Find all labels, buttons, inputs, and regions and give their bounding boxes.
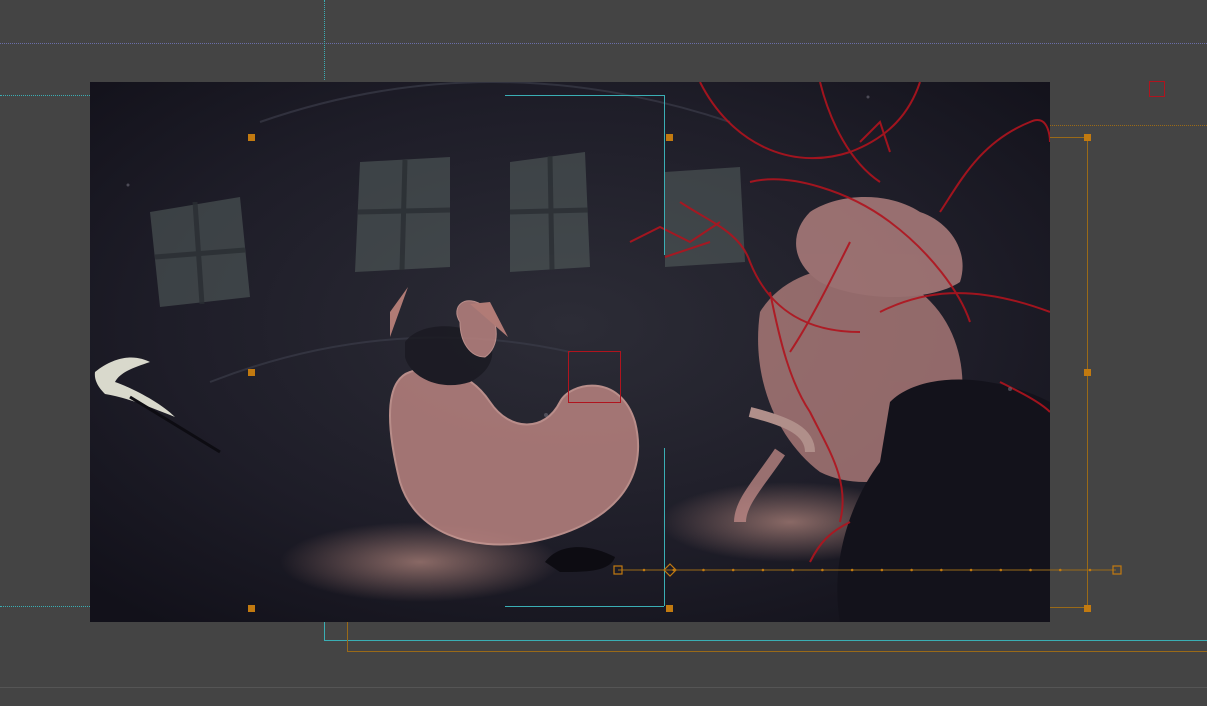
bottom-separator bbox=[0, 687, 1207, 688]
motion-path-dot bbox=[1029, 568, 1032, 572]
corner-marker-icon[interactable] bbox=[1149, 81, 1165, 97]
transform-handle-bl[interactable] bbox=[248, 605, 255, 612]
motion-path-dot bbox=[969, 568, 973, 572]
guide-bracket-bottom-v bbox=[664, 448, 665, 606]
motion-path-dot bbox=[880, 568, 884, 572]
transform-handle-bm[interactable] bbox=[666, 605, 673, 612]
transform-handle-tr[interactable] bbox=[1084, 134, 1091, 141]
guide-bottom-orange-h bbox=[347, 651, 1207, 652]
motion-path-dot bbox=[940, 568, 943, 572]
transform-handle-ml[interactable] bbox=[248, 369, 255, 376]
bbox-bottom-edge bbox=[1050, 607, 1087, 608]
guide-bottom-cyan-h bbox=[324, 640, 1207, 641]
motion-path-dot bbox=[1088, 568, 1092, 572]
transform-handle-mr[interactable] bbox=[1084, 369, 1091, 376]
guide-bottom-cyan-v bbox=[324, 622, 325, 640]
motion-path[interactable] bbox=[600, 560, 1130, 580]
top-separator bbox=[0, 43, 1207, 44]
motion-path-dot bbox=[702, 568, 705, 572]
guide-vertical-left bbox=[324, 0, 325, 80]
motion-path-dot bbox=[1058, 568, 1062, 572]
transform-handle-br[interactable] bbox=[1084, 605, 1091, 612]
selection-box[interactable] bbox=[568, 351, 621, 403]
motion-path-dot bbox=[821, 568, 824, 572]
motion-path-dot bbox=[850, 568, 854, 572]
guide-left-bottom bbox=[0, 606, 90, 607]
guide-bracket-top-v bbox=[664, 95, 665, 255]
guide-bottom-orange-v bbox=[347, 622, 348, 651]
motion-path-dot bbox=[910, 568, 913, 572]
guide-left-top bbox=[0, 95, 90, 96]
motion-path-dot bbox=[642, 568, 646, 572]
transform-handle-tm[interactable] bbox=[666, 134, 673, 141]
guide-bracket-top bbox=[505, 95, 664, 96]
motion-path-dot bbox=[999, 568, 1003, 572]
motion-path-dot bbox=[731, 568, 735, 572]
guide-right-orange bbox=[1050, 125, 1207, 126]
transform-handle-tl[interactable] bbox=[248, 134, 255, 141]
motion-path-dot bbox=[791, 568, 794, 572]
guide-bracket-bottom bbox=[505, 606, 664, 607]
motion-path-dot bbox=[761, 568, 765, 572]
bbox-top-edge bbox=[1050, 137, 1087, 138]
